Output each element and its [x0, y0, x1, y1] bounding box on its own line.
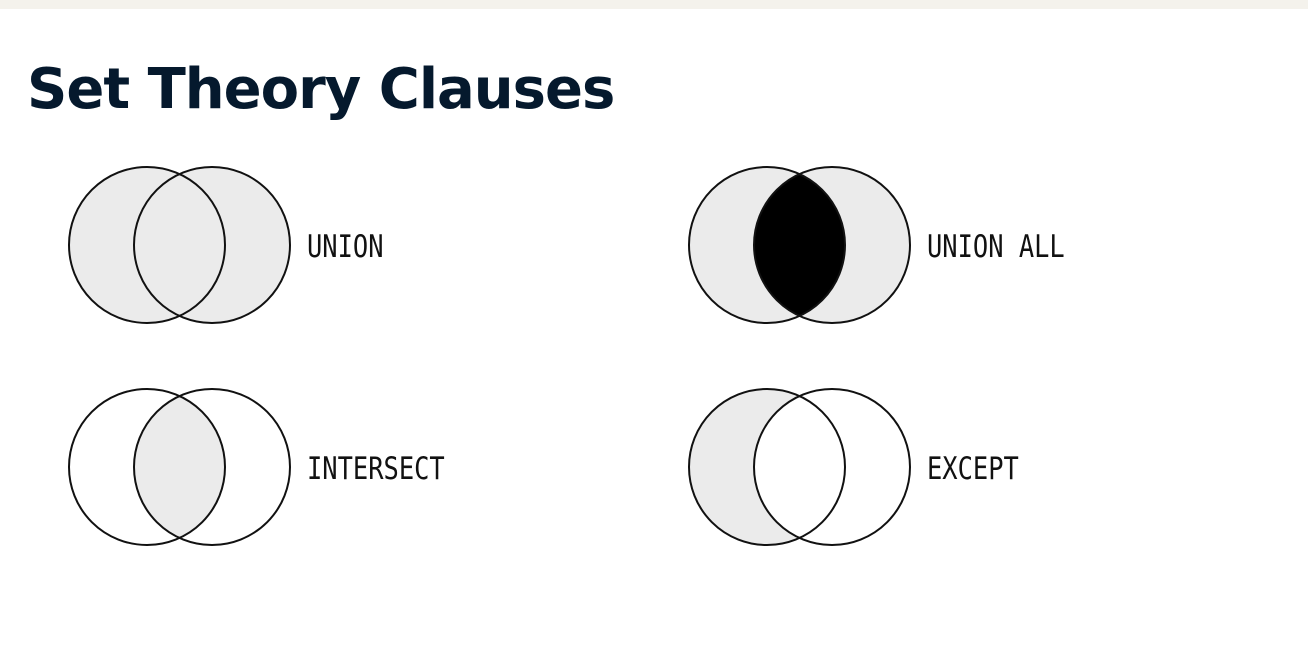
venn-union-all-graphic: [688, 166, 911, 324]
venn-diagram-except: EXCEPT: [687, 385, 1167, 553]
venn-label-union-all: UNION ALL: [927, 229, 1065, 265]
venn-label-intersect: INTERSECT: [307, 451, 445, 487]
slide-title: Set Theory Clauses: [27, 57, 615, 122]
venn-union-graphic: [68, 166, 291, 324]
venn-diagram-union-all: UNION ALL: [687, 163, 1167, 331]
venn-diagram-union: UNION: [67, 163, 547, 331]
venn-intersect-graphic: [68, 388, 291, 546]
top-bar: [0, 0, 1308, 9]
venn-except-graphic: [688, 388, 911, 546]
venn-diagram-intersect: INTERSECT: [67, 385, 547, 553]
venn-label-union: UNION: [307, 229, 384, 265]
venn-label-except: EXCEPT: [927, 451, 1019, 487]
